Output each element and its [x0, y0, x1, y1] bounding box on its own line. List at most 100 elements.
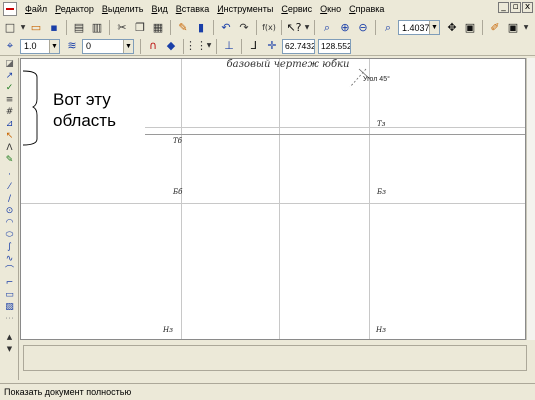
separator	[314, 20, 315, 35]
undo-icon[interactable]: ↶	[218, 20, 234, 36]
help-pointer-icon[interactable]: ↖?	[286, 20, 302, 36]
geometry-panel-icon[interactable]: ◪	[1, 58, 18, 70]
segment-icon[interactable]: ∕	[1, 193, 18, 205]
standard-toolbar: □ ▼ ▭ ▪ ▤ ▥ ✂ ❐ ▦ ✎ ▮ ↶ ↷ f(x) ↖? ▼ ⌕ ⊕ …	[0, 18, 535, 37]
close-button[interactable]: x	[522, 2, 533, 13]
menu-help[interactable]: Справка	[345, 0, 388, 18]
separator	[216, 38, 217, 54]
fillet-icon[interactable]: ⌐	[1, 277, 18, 289]
circle-icon[interactable]: ⊙	[1, 205, 18, 217]
menu-service[interactable]: Сервис	[277, 0, 316, 18]
minimize-button[interactable]: _	[498, 2, 509, 13]
dimensions-panel-icon[interactable]: ↗	[1, 70, 18, 82]
ortho-icon[interactable]: ⅃	[246, 38, 262, 54]
coord-y-field[interactable]: 128.552	[318, 38, 351, 54]
designations-panel-icon[interactable]: ✓	[1, 82, 18, 94]
collection-icon[interactable]: ⋯	[1, 313, 18, 325]
cursor-coords-icon[interactable]: ✛	[264, 38, 280, 54]
scroll-down-icon[interactable]: ▼	[1, 343, 18, 355]
separator	[241, 38, 242, 54]
new-document-icon[interactable]: □	[2, 20, 18, 36]
local-cs-icon[interactable]: ⊥	[221, 38, 237, 54]
coord-x-field[interactable]: 62.7432	[282, 38, 315, 54]
parametrization-panel-icon[interactable]: #	[1, 106, 18, 118]
document-icon[interactable]	[3, 2, 17, 16]
measure-panel-icon[interactable]: ⊿	[1, 118, 18, 130]
ellipse-icon[interactable]: ⬭	[1, 229, 18, 241]
properties-icon[interactable]: ✎	[175, 20, 191, 36]
chevron-down-icon[interactable]: ▼	[49, 39, 59, 53]
separator	[170, 20, 171, 35]
redo-icon[interactable]: ↷	[236, 20, 252, 36]
chevron-down-icon[interactable]: ▼	[123, 39, 133, 53]
copy-icon[interactable]: ❐	[132, 20, 148, 36]
annotation-line-2: область	[53, 111, 116, 130]
save-icon[interactable]: ▪	[46, 20, 62, 36]
refresh-view-icon[interactable]: ▣	[462, 20, 478, 36]
menu-insert[interactable]: Вставка	[172, 0, 213, 18]
menu-view[interactable]: Вид	[147, 0, 171, 18]
grid-icon[interactable]: ⋮⋮	[185, 38, 207, 54]
layers-icon[interactable]: ≋	[64, 38, 80, 54]
restore-button[interactable]: ▫	[510, 2, 521, 13]
zoom-out-icon[interactable]: ⊖	[355, 20, 371, 36]
library-icon[interactable]: ▮	[193, 20, 209, 36]
spec-panel-icon[interactable]: Λ	[1, 142, 18, 154]
print-preview-icon[interactable]: ▥	[89, 20, 105, 36]
menu-window[interactable]: Окно	[316, 0, 345, 18]
zoom-window-icon[interactable]: ⌕	[380, 20, 396, 36]
menu-file[interactable]: Файл	[21, 0, 51, 18]
function-icon[interactable]: f(x)	[261, 20, 277, 36]
point-label-nb: Нз	[163, 326, 173, 334]
layer-value: 0	[86, 41, 92, 51]
open-folder-icon[interactable]: ▭	[28, 20, 44, 36]
arc-icon[interactable]: ◠	[1, 217, 18, 229]
polyline-icon[interactable]: ⌒	[1, 265, 18, 277]
separator	[375, 20, 376, 35]
select-panel-icon[interactable]: ↖	[1, 130, 18, 142]
eraser-icon[interactable]: ◆	[163, 38, 179, 54]
bezier-icon[interactable]: ∿	[1, 253, 18, 265]
zoom-combo[interactable]: 1.4037 ▼	[398, 20, 440, 35]
zoom-value: 1.4037	[402, 22, 430, 33]
reports-panel-icon[interactable]: ✎	[1, 154, 18, 166]
menu-edit[interactable]: Редактор	[51, 0, 98, 18]
drawing-canvas[interactable]: базовый чертеж юбки Угол 45° Тб Тз Бб Бз…	[20, 58, 526, 340]
point-icon[interactable]: ·	[1, 169, 18, 181]
separator	[183, 38, 184, 54]
separator	[109, 20, 110, 35]
separator	[213, 20, 214, 35]
point-label-bb: Бб	[173, 188, 183, 196]
print-icon[interactable]: ▤	[71, 20, 87, 36]
chevron-down-icon[interactable]: ▼	[429, 21, 439, 34]
hatch-icon[interactable]: ▨	[1, 301, 18, 313]
separator	[256, 20, 257, 35]
menu-select[interactable]: Выделить	[98, 0, 148, 18]
layer-combo[interactable]: 0 ▼	[82, 38, 134, 54]
grid-line-v	[181, 59, 182, 339]
document-view-icon[interactable]: ▣	[505, 20, 521, 36]
dropdown-arrow-icon[interactable]: ▼	[20, 20, 26, 36]
dropdown-arrow-icon[interactable]: ▼	[206, 38, 212, 54]
paste-icon[interactable]: ▦	[150, 20, 166, 36]
dropdown-arrow-icon[interactable]: ▼	[304, 20, 310, 36]
measure-icon[interactable]: ✐	[487, 20, 503, 36]
zoom-fit-icon[interactable]: ⌕	[319, 20, 335, 36]
spline-icon[interactable]: ∫	[1, 241, 18, 253]
menu-tools[interactable]: Инструменты	[213, 0, 277, 18]
window-controls: _ ▫ x	[498, 2, 533, 13]
scroll-up-icon[interactable]: ▲	[1, 331, 18, 343]
zoom-in-icon[interactable]: ⊕	[337, 20, 353, 36]
magnet-icon[interactable]: ∩	[145, 38, 161, 54]
dropdown-arrow-icon[interactable]: ▼	[523, 20, 529, 36]
annotation-text: Вот эту область	[53, 89, 153, 131]
line-width-combo[interactable]: 1.0 ▼	[20, 38, 60, 54]
rectangle-icon[interactable]: ▭	[1, 289, 18, 301]
cut-icon[interactable]: ✂	[114, 20, 130, 36]
snap-icon[interactable]: ⌖	[2, 38, 18, 54]
pan-icon[interactable]: ✥	[444, 20, 460, 36]
vertical-scrollbar[interactable]	[526, 58, 535, 340]
edit-panel-icon[interactable]: ≡	[1, 94, 18, 106]
aux-line-icon[interactable]: ⁄	[1, 181, 18, 193]
property-panel	[20, 341, 535, 380]
